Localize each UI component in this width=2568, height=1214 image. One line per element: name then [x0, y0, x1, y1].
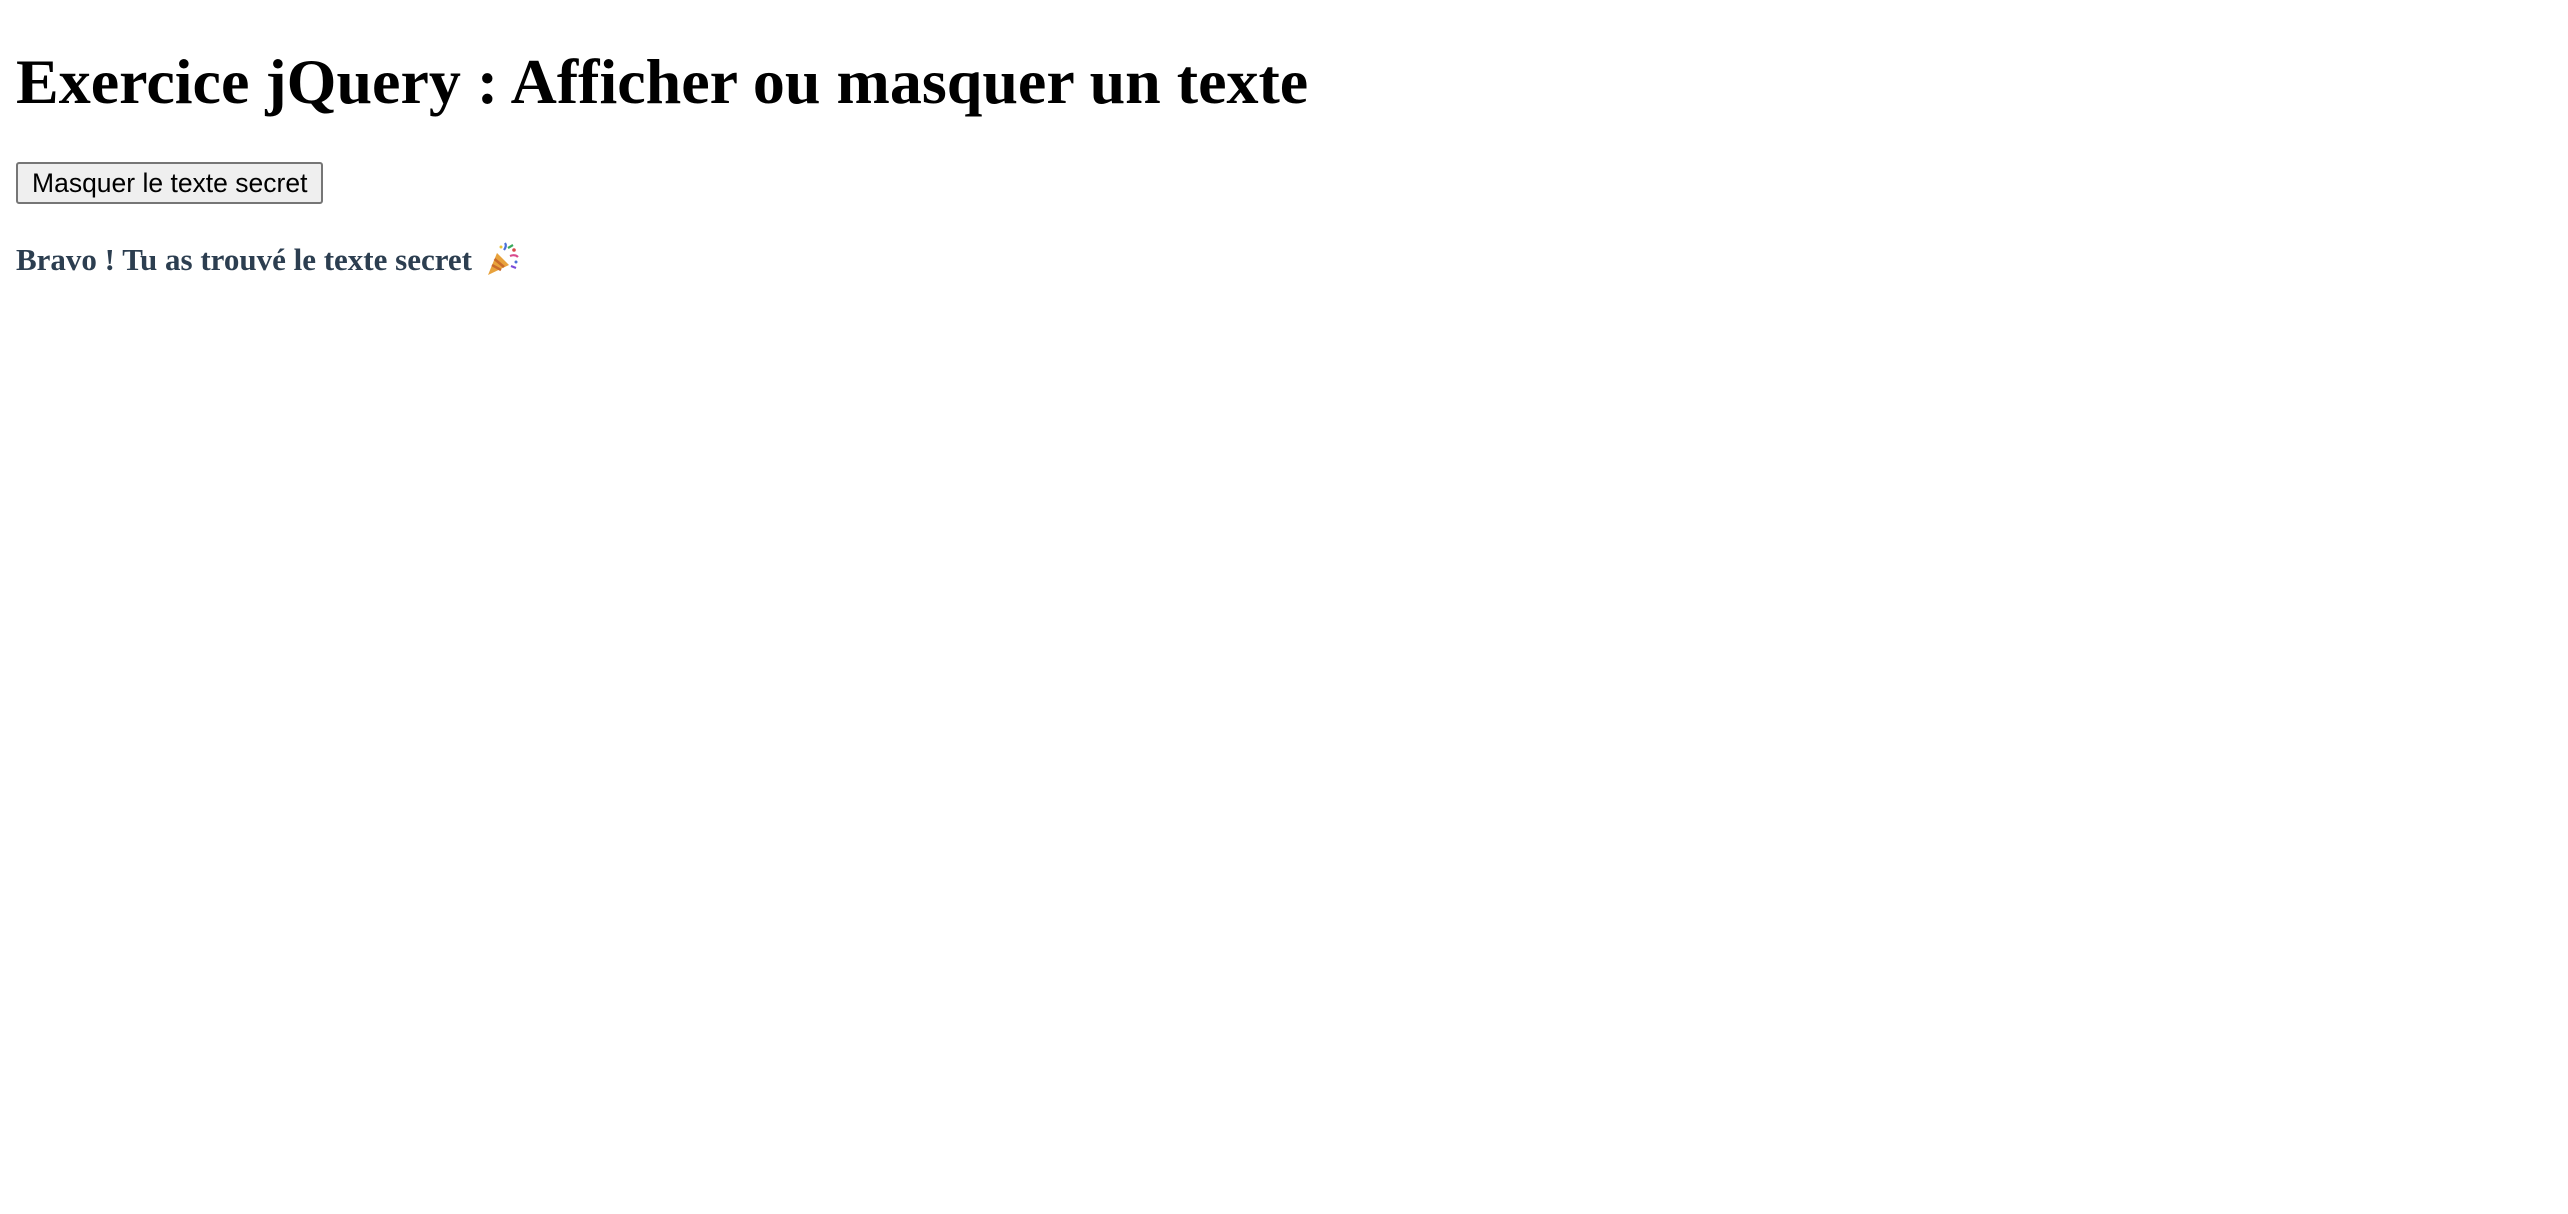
party-popper-icon	[484, 242, 520, 278]
secret-text: Bravo ! Tu as trouvé le texte secret	[16, 240, 520, 280]
page-title: Exercice jQuery : Afficher ou masquer un…	[16, 46, 1309, 117]
toggle-secret-button[interactable]: Masquer le texte secret	[16, 162, 324, 204]
secret-text-label: Bravo ! Tu as trouvé le texte secret	[16, 242, 473, 277]
